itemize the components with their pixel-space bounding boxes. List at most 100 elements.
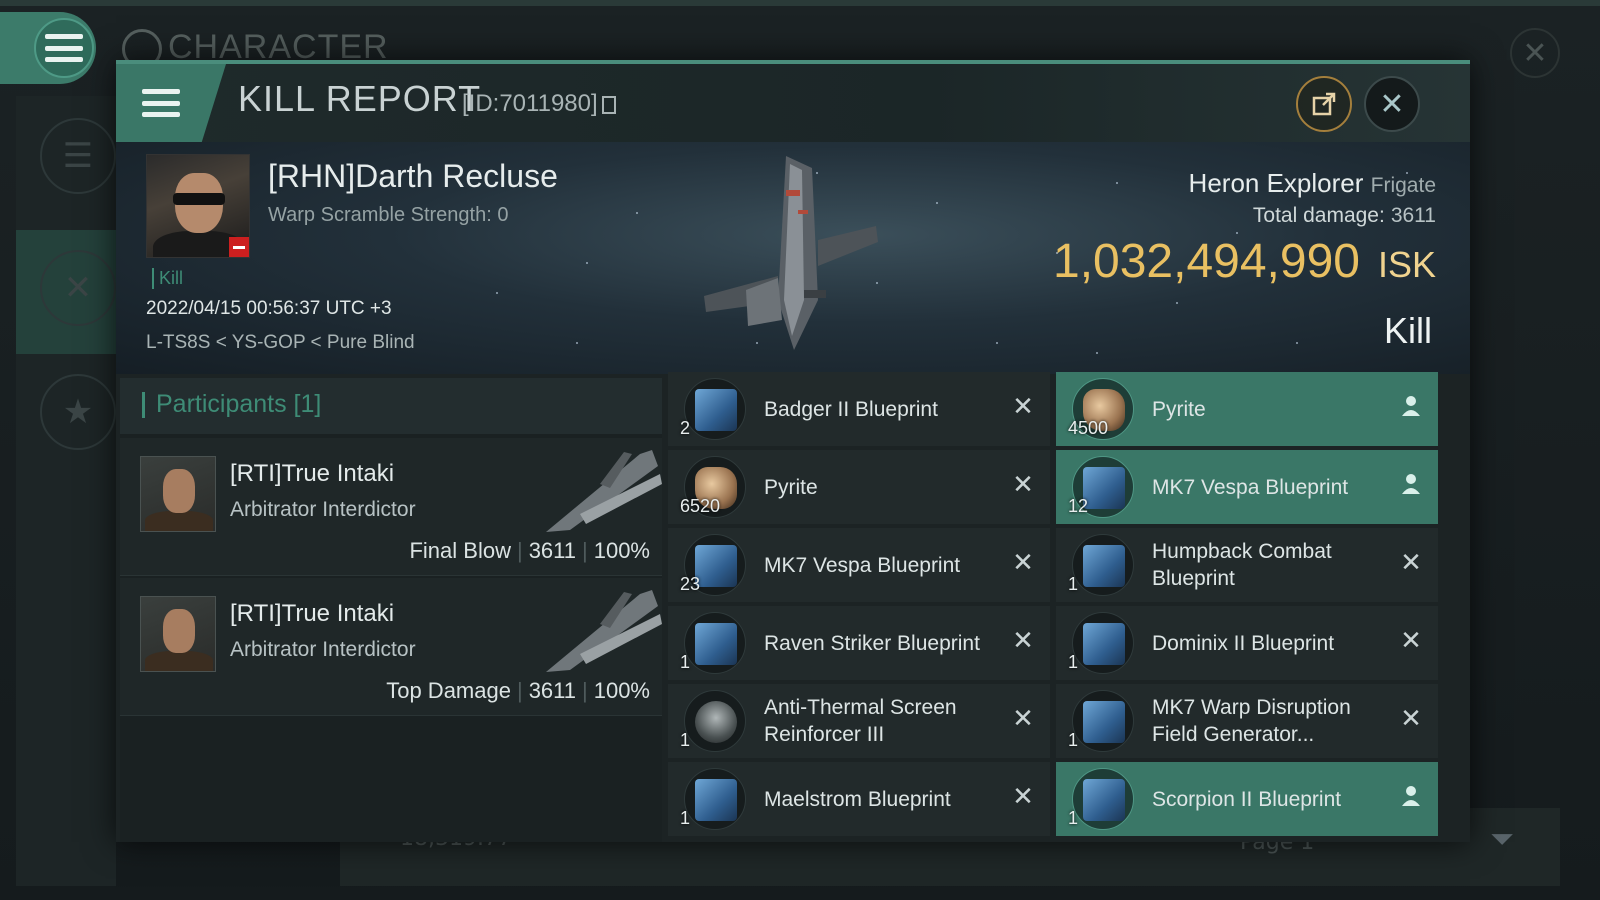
participants-header: Participants [1] [120, 378, 662, 434]
participant-row[interactable]: [RTI]True Intaki Arbitrator Interdictor … [120, 578, 662, 716]
victim-ship-image[interactable] [686, 150, 906, 370]
background-menu-button[interactable] [0, 12, 96, 84]
item-quantity: 4500 [1068, 418, 1109, 438]
person-icon [1398, 472, 1424, 498]
item-row[interactable]: 1 Humpback Combat Blueprint ✕ [1056, 528, 1438, 602]
item-quantity: 6520 [680, 496, 721, 516]
participant-row[interactable]: [RTI]True Intaki Arbitrator Interdictor … [120, 438, 662, 576]
kill-id[interactable]: [ID:7011980] [462, 90, 616, 118]
total-damage-value: 3611 [1390, 204, 1436, 227]
kill-report-modal: KILL REPORT [ID:7011980] ✕ [RHN]Darth Re… [116, 60, 1470, 842]
background-close-button[interactable]: ✕ [1510, 28, 1560, 78]
participant-portrait[interactable] [140, 596, 216, 672]
participant-percent: 100% [593, 538, 650, 563]
destroyed-x-icon: ✕ [1012, 470, 1034, 500]
item-row[interactable]: 1 Anti-Thermal Screen Reinforcer III ✕ [668, 684, 1050, 758]
item-name: Badger II Blueprint [764, 397, 938, 421]
participant-name: [RTI]True Intaki [230, 460, 395, 487]
item-row[interactable]: 1 Scorpion II Blueprint [1056, 762, 1438, 836]
blueprint-icon [684, 378, 746, 440]
destroyed-x-icon: ✕ [1012, 704, 1034, 734]
participant-stats: Final Blow | 3611 | 100% [409, 538, 650, 563]
item-name: MK7 Vespa Blueprint [764, 553, 961, 577]
victim-ship-name[interactable]: Heron Explorer Frigate [1189, 168, 1436, 199]
item-row[interactable]: 1 Maelstrom Blueprint ✕ [668, 762, 1050, 836]
background-star [496, 292, 498, 294]
item-row[interactable]: 6520 Pyrite ✕ [668, 450, 1050, 524]
participant-stats: Top Damage | 3611 | 100% [386, 678, 650, 703]
item-row[interactable]: 1 MK7 Warp Disruption Field Generator... ✕ [1056, 684, 1438, 758]
background-star [996, 342, 998, 344]
blueprint-icon [684, 612, 746, 674]
blueprint-icon [1072, 612, 1134, 674]
copy-icon[interactable] [601, 95, 616, 114]
participant-portrait[interactable] [140, 456, 216, 532]
star-icon[interactable]: ★ [40, 374, 116, 450]
item-quantity: 1 [680, 652, 691, 672]
background-star [1096, 352, 1098, 354]
item-quantity: 12 [1068, 496, 1089, 516]
isk-amount: 1,032,494,990 [1053, 235, 1360, 288]
warp-scramble-strength: Warp Scramble Strength: 0 [268, 204, 509, 226]
destroyed-x-icon: ✕ [1012, 782, 1034, 812]
item-quantity: 23 [680, 574, 701, 594]
destroyed-x-icon: ✕ [1012, 626, 1034, 656]
item-row[interactable]: 12 MK7 Vespa Blueprint [1056, 450, 1438, 524]
share-icon [1312, 92, 1336, 116]
participant-role: Final Blow [409, 538, 511, 563]
isk-value: 1,032,494,990 ISK [1053, 234, 1436, 289]
menu-icon [142, 89, 180, 117]
participants-title: Participants [1] [156, 390, 322, 418]
total-damage-label: Total damage: [1252, 204, 1385, 227]
participants-panel: Participants [1] [RTI]True Intaki Arbitr… [120, 378, 662, 842]
item-row[interactable]: 1 Raven Striker Blueprint ✕ [668, 606, 1050, 680]
ship-class: Frigate [1370, 174, 1436, 197]
victim-name[interactable]: [RHN]Darth Recluse [268, 158, 558, 195]
item-name: Pyrite [764, 475, 818, 499]
background-star [636, 212, 638, 214]
module-icon [684, 690, 746, 752]
participant-ship-image[interactable] [540, 584, 664, 676]
participant-ship-image[interactable] [540, 444, 664, 536]
victim-banner: [RHN]Darth Recluse Warp Scramble Strengt… [116, 142, 1470, 374]
item-name: Scorpion II Blueprint [1152, 787, 1342, 811]
item-name: Anti-Thermal Screen Reinforcer III [764, 696, 957, 746]
item-name: MK7 Warp Disruption Field Generator... [1152, 696, 1351, 746]
victim-portrait[interactable] [146, 154, 250, 258]
item-quantity: 1 [1068, 652, 1079, 672]
item-row[interactable]: 2 Badger II Blueprint ✕ [668, 372, 1050, 446]
modal-menu-button[interactable] [116, 64, 226, 142]
participant-ship: Arbitrator Interdictor [230, 498, 416, 521]
ship-name-text: Heron Explorer [1188, 168, 1364, 198]
list-icon[interactable]: ☰ [40, 118, 116, 194]
kill-id-label: [ID:7011980] [462, 90, 598, 117]
item-quantity: 2 [680, 418, 691, 438]
kill-tag: Kill [152, 268, 183, 289]
blueprint-icon [1072, 768, 1134, 830]
filter-icon[interactable]: ⏷ [1490, 822, 1514, 857]
isk-currency: ISK [1377, 244, 1436, 285]
item-grid: 2 Badger II Blueprint ✕ 4500 Pyrite 6520 Pyrit… [668, 372, 1440, 842]
item-row[interactable]: 4500 Pyrite [1056, 372, 1438, 446]
crossed-swords-icon[interactable]: ✕ [40, 250, 116, 326]
destroyed-x-icon: ✕ [1400, 704, 1422, 734]
item-quantity: 1 [680, 808, 691, 828]
app-root: CHARACTER ✕ ☰ ✕ ★ 18,319.77 Page 1 ⏷ KIL… [0, 0, 1600, 900]
background-star [1296, 342, 1298, 344]
participant-role: Top Damage [386, 678, 511, 703]
item-row[interactable]: 1 Dominix II Blueprint ✕ [1056, 606, 1438, 680]
item-name: Dominix II Blueprint [1152, 631, 1335, 655]
close-button[interactable]: ✕ [1364, 76, 1420, 132]
item-name: Maelstrom Blueprint [764, 787, 951, 811]
item-name: Humpback Combat Blueprint [1152, 540, 1332, 590]
background-top-bar [0, 0, 1600, 6]
kill-datetime: 2022/04/15 00:56:37 UTC +3 [146, 298, 392, 319]
item-quantity: 1 [1068, 730, 1079, 750]
kill-location[interactable]: L-TS8S < YS-GOP < Pure Blind [146, 332, 415, 354]
participant-percent: 100% [593, 678, 650, 703]
participant-name: [RTI]True Intaki [230, 600, 395, 627]
item-row[interactable]: 23 MK7 Vespa Blueprint ✕ [668, 528, 1050, 602]
share-button[interactable] [1296, 76, 1352, 132]
background-star [576, 342, 578, 344]
background-star [936, 202, 938, 204]
